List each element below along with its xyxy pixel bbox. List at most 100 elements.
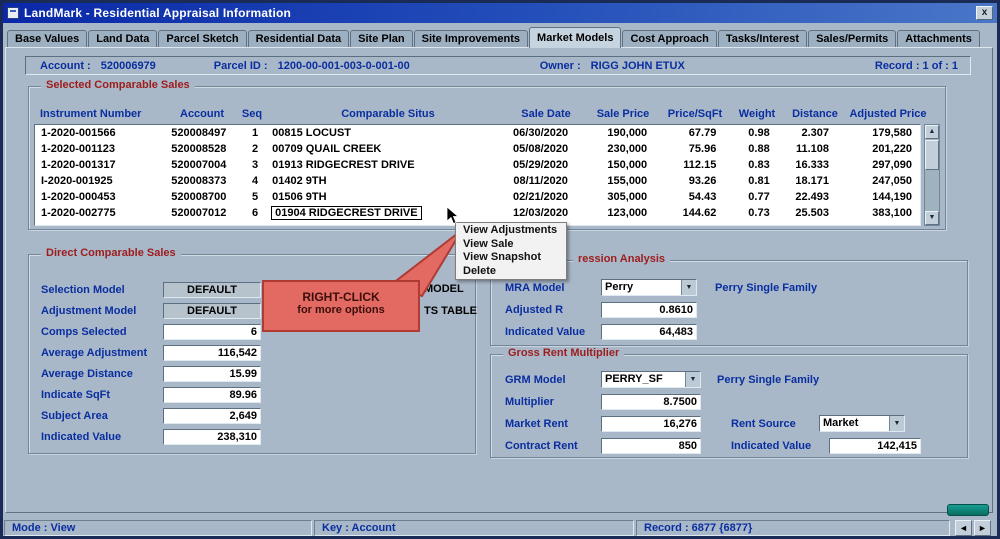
col-sale-date: Sale Date: [521, 108, 571, 120]
field-row: MRA Model Perry ▼ Perry Single Family: [505, 279, 957, 296]
table-row-selected[interactable]: 1-2020-002775 520007012 6 01904 RIDGECRE…: [35, 205, 920, 221]
record-indicator: Record : 1 of : 1: [874, 59, 958, 72]
col-distance: Distance: [792, 108, 838, 120]
status-record: Record : 6877 {6877}: [636, 520, 950, 536]
right-click-callout: RIGHT-CLICK for more options: [262, 280, 420, 332]
col-instrument-number: Instrument Number: [40, 108, 142, 120]
gross-rent-multiplier-group: Gross Rent Multiplier GRM Model PERRY_SF…: [490, 347, 968, 458]
owner-value: RIGG JOHN ETUX: [590, 59, 685, 72]
regression-analysis-title: ression Analysis: [573, 253, 671, 265]
tab-sales-permits[interactable]: Sales/Permits: [808, 30, 897, 48]
account-label: Account :: [40, 59, 91, 72]
chevron-down-icon[interactable]: ▼: [889, 416, 904, 431]
tab-bar: Base Values Land Data Parcel Sketch Resi…: [7, 27, 981, 48]
table-row[interactable]: I-2020-001925 520008373 4 01402 9TH 08/1…: [35, 173, 920, 189]
rent-source-select[interactable]: Market ▼: [819, 415, 905, 432]
record-prev-button[interactable]: ◄: [955, 520, 972, 536]
status-mode: Mode : View: [4, 520, 312, 536]
tab-site-plan[interactable]: Site Plan: [350, 30, 413, 48]
col-adjusted-price: Adjusted Price: [849, 108, 927, 120]
account-header-bar: Account : 520006979 Parcel ID : 1200-00-…: [25, 56, 971, 75]
scrollbar-thumb[interactable]: [925, 140, 939, 170]
menu-item-view-snapshot[interactable]: View Snapshot: [456, 251, 566, 265]
gross-rent-multiplier-title: Gross Rent Multiplier: [503, 347, 625, 359]
tab-cost-approach[interactable]: Cost Approach: [622, 30, 717, 48]
menu-item-delete[interactable]: Delete: [456, 265, 566, 279]
col-sale-price: Sale Price: [596, 108, 650, 120]
selection-model-field: DEFAULT: [163, 281, 261, 298]
indicated-value-field[interactable]: 238,310: [163, 428, 261, 445]
comparable-sales-table: 1-2020-001566 520008497 1 00815 LOCUST 0…: [34, 124, 921, 226]
mouse-cursor: [446, 206, 460, 225]
field-row: Indicated Value 238,310: [41, 428, 465, 445]
window-title: LandMark - Residential Appraisal Informa…: [24, 6, 292, 20]
tab-market-models[interactable]: Market Models: [529, 27, 622, 48]
scroll-down-icon[interactable]: ▼: [925, 211, 939, 225]
tab-attachments[interactable]: Attachments: [897, 30, 980, 48]
menu-item-view-sale[interactable]: View Sale: [456, 238, 566, 252]
multiplier-field[interactable]: 8.7500: [601, 393, 701, 410]
field-row: Indicate SqFt 89.96: [41, 386, 465, 403]
col-price-sqft: Price/SqFt: [667, 108, 723, 120]
scroll-up-icon[interactable]: ▲: [925, 125, 939, 139]
field-row: Average Adjustment 116,542: [41, 344, 465, 361]
grm-model-select[interactable]: PERRY_SF ▼: [601, 371, 701, 388]
table-row[interactable]: 1-2020-001566 520008497 1 00815 LOCUST 0…: [35, 125, 920, 141]
mra-model-caption: Perry Single Family: [715, 281, 818, 294]
field-row: Adjusted R 0.8610: [505, 301, 957, 318]
comps-selected-field[interactable]: 6: [163, 323, 261, 340]
comparable-sales-title: Selected Comparable Sales: [41, 79, 195, 91]
adjustment-model-field: DEFAULT: [163, 302, 261, 319]
menu-item-view-adjustments[interactable]: View Adjustments: [456, 224, 566, 238]
mra-model-select[interactable]: Perry ▼: [601, 279, 697, 296]
table-header: Instrument Number Account Seq Comparable…: [34, 106, 930, 122]
field-row: Subject Area 2,649: [41, 407, 465, 424]
table-row[interactable]: 1-2020-001317 520007004 3 01913 RIDGECRE…: [35, 157, 920, 173]
owner-label: Owner :: [539, 59, 581, 72]
adjusted-r-field[interactable]: 0.8610: [601, 301, 697, 318]
market-rent-field[interactable]: 16,276: [601, 415, 701, 432]
comparable-sales-group: Selected Comparable Sales Instrument Num…: [28, 79, 946, 230]
subject-area-field[interactable]: 2,649: [163, 407, 261, 424]
contract-rent-field[interactable]: 850: [601, 437, 701, 454]
chevron-down-icon[interactable]: ▼: [685, 372, 700, 387]
grm-indicated-value-field[interactable]: 142,415: [829, 437, 921, 454]
close-icon[interactable]: x: [976, 6, 993, 20]
parcel-id-label: Parcel ID :: [213, 59, 268, 72]
context-menu: View Adjustments View Sale View Snapshot…: [455, 222, 567, 280]
tab-residential-data[interactable]: Residential Data: [247, 30, 350, 48]
adjustments-table-button-fragment[interactable]: TS TABLE: [424, 305, 477, 317]
col-account: Account: [180, 108, 224, 120]
tab-land-data[interactable]: Land Data: [88, 30, 158, 48]
title-bar: LandMark - Residential Appraisal Informa…: [3, 3, 997, 23]
chevron-down-icon[interactable]: ▼: [681, 280, 696, 295]
tab-base-values[interactable]: Base Values: [7, 30, 88, 48]
situs-edit-cell[interactable]: 01904 RIDGECREST DRIVE: [268, 205, 501, 221]
record-next-button[interactable]: ►: [974, 520, 991, 536]
field-row: Indicated Value 64,483: [505, 323, 957, 340]
grm-model-caption: Perry Single Family: [717, 373, 820, 386]
table-row[interactable]: 1-2020-000453 520008700 5 01506 9TH 02/2…: [35, 189, 920, 205]
table-scrollbar[interactable]: ▲ ▼: [924, 124, 940, 226]
field-row: GRM Model PERRY_SF ▼ Perry Single Family: [505, 371, 957, 388]
col-comparable-situs: Comparable Situs: [341, 108, 435, 120]
col-seq: Seq: [241, 108, 263, 120]
field-row: Average Distance 15.99: [41, 365, 465, 382]
table-row[interactable]: 1-2020-001123 520008528 2 00709 QUAIL CR…: [35, 141, 920, 157]
col-weight: Weight: [738, 108, 776, 120]
parcel-id-value: 1200-00-001-003-0-001-00: [277, 59, 410, 72]
average-distance-field[interactable]: 15.99: [163, 365, 261, 382]
app-icon: [7, 7, 19, 19]
indicate-sqft-field[interactable]: 89.96: [163, 386, 261, 403]
tab-tasks-interest[interactable]: Tasks/Interest: [717, 30, 808, 48]
tab-parcel-sketch[interactable]: Parcel Sketch: [158, 30, 247, 48]
mra-indicated-value-field[interactable]: 64,483: [601, 323, 697, 340]
direct-comparable-sales-title: Direct Comparable Sales: [41, 247, 181, 259]
account-value: 520006979: [100, 59, 156, 72]
field-row: Market Rent 16,276 Rent Source Market ▼: [505, 415, 957, 432]
average-adjustment-field[interactable]: 116,542: [163, 344, 261, 361]
corner-button[interactable]: [947, 504, 989, 516]
field-row: Contract Rent 850 Indicated Value 142,41…: [505, 437, 957, 454]
status-key: Key : Account: [314, 520, 634, 536]
tab-site-improvements[interactable]: Site Improvements: [413, 30, 529, 48]
